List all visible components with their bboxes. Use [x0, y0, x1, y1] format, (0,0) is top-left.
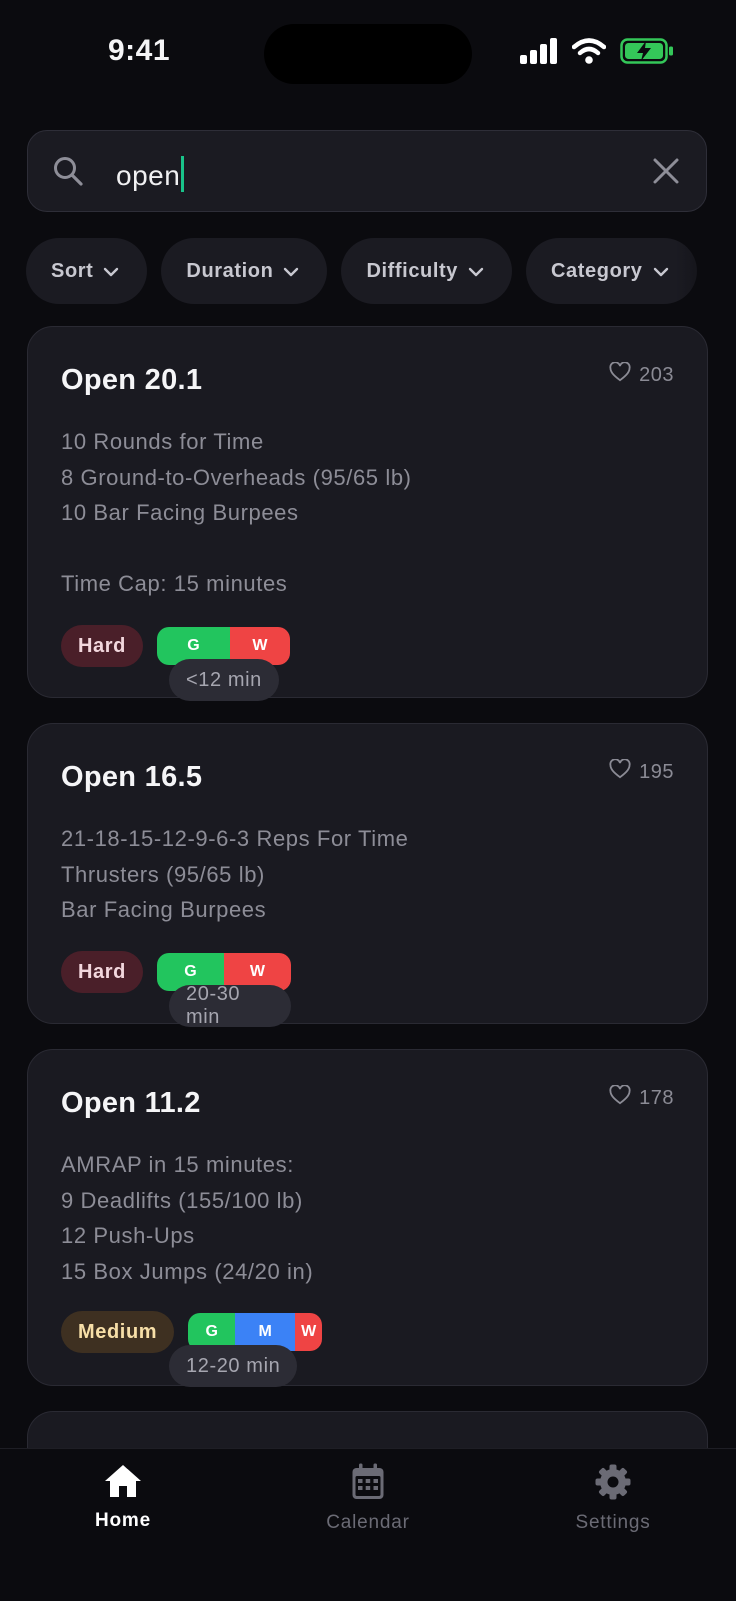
heart-icon — [609, 1084, 631, 1111]
filter-bar-fade — [676, 238, 736, 304]
like-count-value: 195 — [639, 760, 674, 783]
like-count-value: 203 — [639, 363, 674, 386]
duration-badge: 12-20 min — [169, 1345, 298, 1387]
search-query: open — [116, 160, 181, 191]
tab-calendar[interactable]: Calendar — [288, 1463, 448, 1534]
home-icon — [104, 1463, 142, 1504]
search-icon — [52, 155, 84, 192]
tab-label: Calendar — [326, 1512, 410, 1533]
like-count[interactable]: 195 — [609, 758, 674, 785]
chevron-down-icon — [468, 260, 484, 283]
filter-chip-label: Duration — [186, 259, 274, 282]
workout-title: Open 16.5 — [61, 761, 203, 793]
calendar-icon — [351, 1463, 385, 1506]
workout-description: 21-18-15-12-9-6-3 Reps For Time Thruster… — [61, 826, 409, 922]
duration-badge: <12 min — [169, 659, 279, 701]
search-bar[interactable]: open — [27, 130, 707, 212]
tab-home[interactable]: Home — [43, 1463, 203, 1532]
status-bar: 9:41 — [0, 0, 736, 110]
like-count[interactable]: 178 — [609, 1084, 674, 1111]
filter-chip-list: Sort Duration Difficulty Category — [26, 238, 736, 304]
clear-search-button[interactable] — [650, 155, 682, 192]
cellular-signal-icon — [520, 38, 558, 69]
difficulty-badge: Hard — [61, 951, 143, 993]
filter-chip-category[interactable]: Category — [526, 238, 697, 304]
chevron-down-icon — [103, 260, 119, 283]
filter-chip-duration[interactable]: Duration — [161, 238, 328, 304]
status-icons — [520, 38, 674, 69]
workout-card[interactable]: Open 11.2 178 AMRAP in 15 minutes: 9 Dea… — [27, 1049, 708, 1387]
tab-settings[interactable]: Settings — [533, 1463, 693, 1534]
difficulty-badge: Medium — [61, 1311, 175, 1353]
tab-bar: Home Calendar Settings — [0, 1448, 736, 1601]
heart-icon — [609, 361, 631, 388]
text-cursor — [181, 156, 185, 192]
filter-chip-label: Sort — [51, 259, 94, 282]
battery-charging-icon — [620, 38, 674, 69]
workout-tags: Hard <12 min G W — [61, 625, 290, 701]
status-time: 9:41 — [108, 34, 171, 67]
gear-icon — [594, 1463, 632, 1506]
workout-title: Open 11.2 — [61, 1087, 201, 1119]
filter-bar: Sort Duration Difficulty Category — [26, 238, 736, 304]
difficulty-badge: Hard — [61, 625, 143, 667]
search-input[interactable]: open — [116, 156, 185, 192]
tab-label: Home — [95, 1510, 151, 1531]
filter-chip-sort[interactable]: Sort — [26, 238, 148, 304]
heart-icon — [609, 758, 631, 785]
like-count[interactable]: 203 — [609, 361, 674, 388]
workout-tags: Hard 20-30 min G W — [61, 951, 291, 1028]
workout-tags: Medium 12-20 min G M W — [61, 1311, 323, 1387]
workout-card[interactable]: Open 16.5 195 21-18-15-12-9-6-3 Reps For… — [27, 723, 708, 1028]
dynamic-island — [264, 24, 472, 84]
tab-label: Settings — [575, 1512, 651, 1533]
workout-description: AMRAP in 15 minutes: 9 Deadlifts (155/10… — [61, 1152, 314, 1284]
chevron-down-icon — [283, 260, 299, 283]
wifi-icon — [571, 38, 607, 69]
modality-weightlifting: W — [295, 1313, 323, 1351]
workout-card[interactable]: Open 20.1 203 10 Rounds for Time 8 Groun… — [27, 326, 708, 701]
chevron-down-icon — [653, 260, 669, 283]
duration-badge: 20-30 min — [169, 983, 291, 1028]
close-icon — [653, 158, 679, 184]
filter-chip-label: Category — [551, 259, 643, 282]
filter-chip-label: Difficulty — [366, 259, 458, 282]
workout-description: 10 Rounds for Time 8 Ground-to-Overheads… — [61, 429, 412, 596]
filter-chip-difficulty[interactable]: Difficulty — [341, 238, 512, 304]
like-count-value: 178 — [639, 1086, 674, 1109]
workout-title: Open 20.1 — [61, 364, 203, 396]
